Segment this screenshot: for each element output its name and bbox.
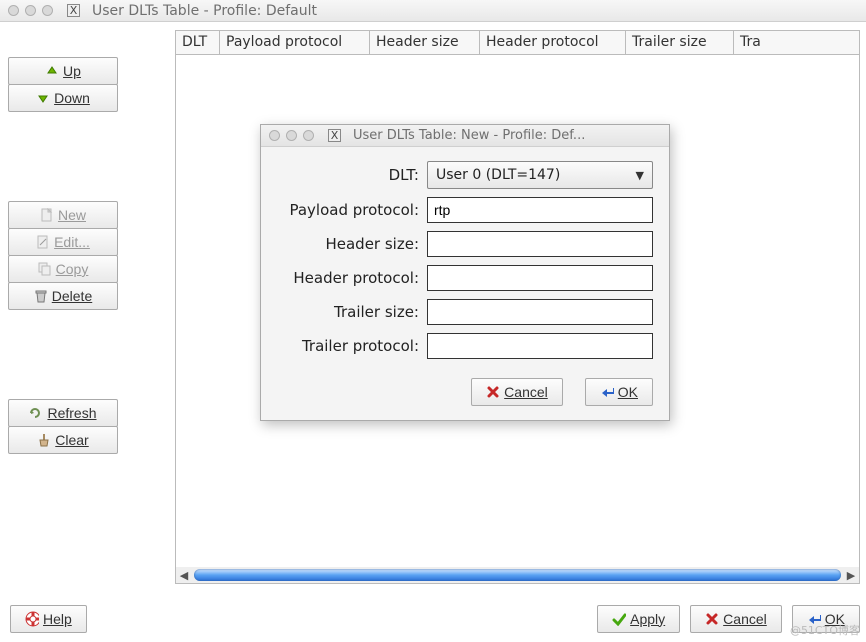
check-icon [612,612,626,626]
payload-input[interactable] [427,197,653,223]
cancel-button[interactable]: Cancel [690,605,782,633]
window-title: User DLTs Table - Profile: Default [92,3,317,19]
app-x-icon: X [67,4,80,17]
scroll-thumb[interactable] [194,569,841,581]
dlt-selected-value: User 0 (DLT=147) [436,167,560,183]
clear-button[interactable]: Clear [8,426,118,454]
dialog-title: User DLTs Table: New - Profile: Def... [353,128,585,143]
edit-label: Edit... [54,234,90,250]
dlt-combobox[interactable]: User 0 (DLT=147) ▼ [427,161,653,189]
delete-label: Delete [52,288,92,304]
dialog-ok-button[interactable]: OK [585,378,653,406]
dialog-window-controls[interactable] [269,130,314,141]
table-header: DLT Payload protocol Header size Header … [176,31,859,55]
help-label: Help [43,611,72,627]
edit-button[interactable]: Edit... [8,228,118,256]
apply-label: Apply [630,611,665,627]
lifebuoy-icon [25,612,39,626]
copy-icon [38,262,52,276]
document-new-icon [40,208,54,222]
down-button[interactable]: Down [8,84,118,112]
corner-watermark: @51CTO博客 [790,622,860,638]
up-button[interactable]: Up [8,57,118,85]
scroll-left-icon[interactable]: ◀ [176,567,192,583]
col-trailer-trunc[interactable]: Tra [734,31,859,54]
trailer-proto-label: Trailer protocol: [277,337,427,355]
dialog-cancel-label: Cancel [504,384,548,400]
header-size-label: Header size: [277,235,427,253]
clear-label: Clear [55,432,88,448]
edit-icon [36,235,50,249]
dialog-titlebar: X User DLTs Table: New - Profile: Def... [261,125,669,147]
trailer-proto-input[interactable] [427,333,653,359]
footer: Help Apply Cancel OK [10,602,860,636]
trailer-size-input[interactable] [427,299,653,325]
minimize-dot-icon[interactable] [286,130,297,141]
cancel-label: Cancel [723,611,767,627]
arrow-down-icon [36,91,50,105]
scroll-right-icon[interactable]: ▶ [843,567,859,583]
broom-icon [37,433,51,447]
close-dot-icon[interactable] [8,5,19,16]
zoom-dot-icon[interactable] [303,130,314,141]
new-entry-dialog: X User DLTs Table: New - Profile: Def...… [260,124,670,421]
minimize-dot-icon[interactable] [25,5,36,16]
refresh-icon [29,406,43,420]
up-label: Up [63,63,81,79]
window-controls[interactable] [8,5,53,16]
arrow-up-icon [45,64,59,78]
delete-button[interactable]: Delete [8,282,118,310]
header-size-input[interactable] [427,231,653,257]
new-label: New [58,207,86,223]
dialog-ok-label: OK [618,384,638,400]
new-button[interactable]: New [8,201,118,229]
chevron-down-icon: ▼ [636,169,644,182]
col-dlt[interactable]: DLT [176,31,220,54]
col-trailer-size[interactable]: Trailer size [626,31,734,54]
payload-label: Payload protocol: [277,201,427,219]
horizontal-scrollbar[interactable]: ◀ ▶ [176,567,859,583]
copy-label: Copy [56,261,89,277]
trash-icon [34,289,48,303]
x-red-icon [705,612,719,626]
col-payload[interactable]: Payload protocol [220,31,370,54]
col-header-proto[interactable]: Header protocol [480,31,626,54]
refresh-button[interactable]: Refresh [8,399,118,427]
header-proto-label: Header protocol: [277,269,427,287]
dialog-cancel-button[interactable]: Cancel [471,378,563,406]
dlt-label: DLT: [277,166,427,184]
zoom-dot-icon[interactable] [42,5,53,16]
apply-button[interactable]: Apply [597,605,680,633]
down-label: Down [54,90,90,106]
main-titlebar: X User DLTs Table - Profile: Default [0,0,866,22]
help-button[interactable]: Help [10,605,87,633]
copy-button[interactable]: Copy [8,255,118,283]
sidebar: Up Down New Edit... [8,44,148,454]
close-dot-icon[interactable] [269,130,280,141]
header-proto-input[interactable] [427,265,653,291]
return-blue-icon [600,385,614,399]
trailer-size-label: Trailer size: [277,303,427,321]
app-x-icon: X [328,129,341,142]
x-red-icon [486,385,500,399]
col-header-size[interactable]: Header size [370,31,480,54]
refresh-label: Refresh [47,405,96,421]
